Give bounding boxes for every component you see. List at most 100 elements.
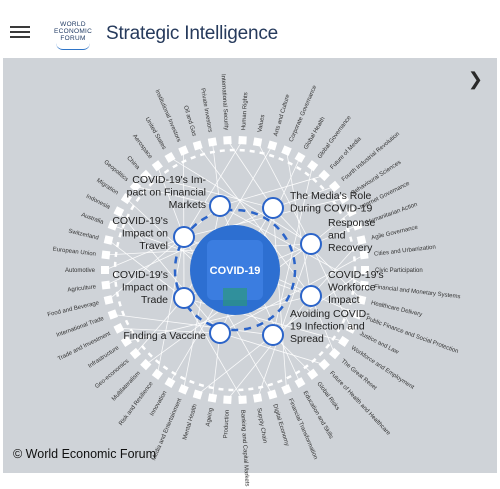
key-issue-node[interactable] xyxy=(262,324,284,346)
topic-label[interactable]: Agriculture xyxy=(67,284,97,293)
topic-label[interactable]: Geopolitics xyxy=(102,159,129,183)
topic-label[interactable]: Human Rights xyxy=(241,92,249,130)
topic-node[interactable] xyxy=(252,393,263,403)
topic-node[interactable] xyxy=(151,160,163,172)
key-issue-label[interactable]: COVID-19's Im- xyxy=(132,174,206,186)
key-issue-node[interactable] xyxy=(209,322,231,344)
topic-node[interactable] xyxy=(318,358,330,371)
topic-label[interactable]: Infrastructure xyxy=(87,345,120,370)
topic-label[interactable]: Indonesia xyxy=(85,194,112,211)
topic-node[interactable] xyxy=(164,151,176,163)
topic-label[interactable]: International Trade xyxy=(56,316,106,339)
key-issue-label[interactable]: Markets xyxy=(169,199,206,211)
topic-label[interactable]: Healthcare Delivery xyxy=(370,300,422,318)
topic-label[interactable]: Fourth Industrial Revolution xyxy=(341,131,401,183)
topic-node[interactable] xyxy=(164,377,176,389)
topic-label[interactable]: Digital Economy xyxy=(271,404,289,447)
topic-label[interactable]: Production xyxy=(223,410,231,439)
key-issue-label[interactable]: pact on Financial xyxy=(127,187,206,199)
key-issue-label[interactable]: Workforce xyxy=(328,282,376,294)
key-issue-label[interactable]: Avoiding COVID- xyxy=(290,308,370,320)
topic-label[interactable]: European Union xyxy=(52,247,96,258)
topic-node[interactable] xyxy=(328,347,341,360)
topic-node[interactable] xyxy=(281,384,292,395)
key-issue-label[interactable]: During COVID-19 xyxy=(290,203,372,215)
key-issue-label[interactable]: Trade xyxy=(141,294,168,306)
topic-label[interactable]: Ageing xyxy=(205,408,214,427)
key-issue-label[interactable]: Impact xyxy=(328,294,360,306)
topic-label[interactable]: Financial and Monetary Systems xyxy=(374,284,461,300)
key-issue-label[interactable]: Travel xyxy=(139,240,168,252)
key-issue-label[interactable]: COVID-19's xyxy=(328,269,384,281)
topic-label[interactable]: Migration xyxy=(95,178,119,197)
key-issue-node[interactable] xyxy=(262,197,284,219)
key-issue-label[interactable]: Recovery xyxy=(328,242,373,254)
key-issue-label[interactable]: Finding a Vaccine xyxy=(123,330,206,342)
topic-node[interactable] xyxy=(281,145,292,156)
key-issue-label[interactable]: COVID-19's xyxy=(112,215,168,227)
topic-label[interactable]: United States xyxy=(144,117,167,151)
topic-label[interactable]: Cities and Urbanization xyxy=(374,245,436,258)
topic-node[interactable] xyxy=(223,135,232,145)
key-issue-label[interactable]: COVID-19's xyxy=(112,269,168,281)
key-issue-label[interactable]: Impact on xyxy=(122,228,168,240)
topic-label[interactable]: Australia xyxy=(80,212,105,226)
topic-node[interactable] xyxy=(338,335,350,347)
topic-node[interactable] xyxy=(192,140,203,151)
topic-node[interactable] xyxy=(178,145,189,156)
topic-node[interactable] xyxy=(151,368,163,380)
key-issue-label[interactable]: Response xyxy=(328,217,375,229)
key-issue-node[interactable] xyxy=(300,285,322,307)
topic-label[interactable]: Switzerland xyxy=(68,229,100,242)
topic-label[interactable]: Oil and Gas xyxy=(182,105,197,137)
topic-node[interactable] xyxy=(101,250,111,260)
topic-node[interactable] xyxy=(307,160,319,172)
topic-label[interactable]: China xyxy=(125,155,141,171)
topic-node[interactable] xyxy=(101,280,111,290)
key-issue-node[interactable] xyxy=(173,226,195,248)
key-issue-node[interactable] xyxy=(209,195,231,217)
topic-node[interactable] xyxy=(238,395,247,405)
topic-label[interactable]: Banking and Capital Markets xyxy=(239,410,249,487)
topic-node[interactable] xyxy=(207,393,218,403)
topic-label[interactable]: Global Health xyxy=(303,116,326,150)
topic-node[interactable] xyxy=(238,135,247,145)
topic-node[interactable] xyxy=(207,137,218,147)
topic-node[interactable] xyxy=(318,169,330,182)
topic-label[interactable]: Private Investors xyxy=(199,88,213,133)
topic-node[interactable] xyxy=(192,389,203,400)
key-issue-label[interactable]: Impact on xyxy=(122,282,168,294)
topic-label[interactable]: Workforce and Employment xyxy=(350,345,415,391)
topic-label[interactable]: Values xyxy=(257,114,266,133)
topic-label[interactable]: International Security xyxy=(220,74,229,131)
topic-label[interactable]: Innovation xyxy=(149,390,168,417)
topic-node[interactable] xyxy=(294,377,306,389)
topic-label[interactable]: Public Finance and Social Protection xyxy=(365,316,459,355)
topic-node[interactable] xyxy=(267,140,278,151)
topic-node[interactable] xyxy=(223,395,232,405)
topic-label[interactable]: Supply Chain xyxy=(255,408,267,444)
topic-node[interactable] xyxy=(103,295,114,305)
key-issue-label[interactable]: and xyxy=(328,230,346,242)
topic-label[interactable]: Food and Beverage xyxy=(47,300,100,318)
topic-label[interactable]: Automotive xyxy=(65,268,96,274)
topic-node[interactable] xyxy=(101,266,109,274)
topic-node[interactable] xyxy=(267,389,278,400)
key-issue-label[interactable]: The Media's Role xyxy=(290,190,372,202)
topic-label[interactable]: Aerospace xyxy=(131,133,153,160)
topic-node[interactable] xyxy=(178,384,189,395)
chevron-right-icon[interactable]: ❯ xyxy=(468,70,483,88)
key-issue-node[interactable] xyxy=(173,287,195,309)
key-issue-node[interactable] xyxy=(300,233,322,255)
topic-node[interactable] xyxy=(107,309,118,320)
key-issue-label[interactable]: Spread xyxy=(290,333,324,345)
topic-label[interactable]: Agile Governance xyxy=(371,225,419,242)
key-issue-label[interactable]: 19 Infection and xyxy=(290,321,365,333)
topic-label[interactable]: Mental Health xyxy=(182,404,198,441)
topic-node[interactable] xyxy=(294,151,306,163)
topic-node[interactable] xyxy=(103,235,114,245)
topic-node[interactable] xyxy=(252,137,263,147)
topic-node[interactable] xyxy=(140,358,152,371)
topic-label[interactable]: Arts and Culture xyxy=(273,93,291,137)
topic-label[interactable]: Global Risks xyxy=(315,381,340,412)
